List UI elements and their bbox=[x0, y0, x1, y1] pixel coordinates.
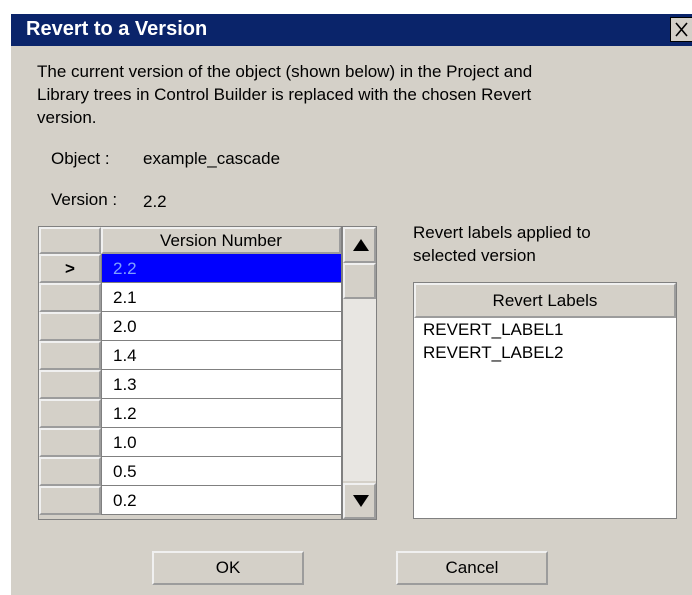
revert-labels-list[interactable]: Revert Labels REVERT_LABEL1 REVERT_LABEL… bbox=[413, 282, 677, 519]
table-row[interactable]: 1.2 bbox=[39, 399, 341, 428]
table-row[interactable]: 2.0 bbox=[39, 312, 341, 341]
versions-grid: Version Number >2.2 2.1 2.0 1.4 1.3 1.2 1.0 0.5… bbox=[38, 226, 342, 520]
version-number-header[interactable]: Version Number bbox=[101, 227, 341, 254]
version-cell[interactable]: 2.1 bbox=[101, 283, 341, 312]
row-selector[interactable]: > bbox=[39, 254, 101, 283]
table-row[interactable]: 0.5 bbox=[39, 457, 341, 486]
table-row[interactable]: 2.1 bbox=[39, 283, 341, 312]
arrow-down-icon bbox=[353, 495, 369, 507]
scroll-thumb[interactable] bbox=[343, 263, 376, 299]
description-line: version. bbox=[37, 108, 97, 127]
scroll-up-button[interactable] bbox=[343, 227, 376, 263]
ok-button[interactable]: OK bbox=[152, 551, 304, 585]
description: The current version of the object (shown… bbox=[37, 60, 532, 129]
row-selector[interactable] bbox=[39, 370, 101, 399]
version-cell[interactable]: 1.4 bbox=[101, 341, 341, 370]
table-row[interactable]: 1.3 bbox=[39, 370, 341, 399]
row-selector[interactable] bbox=[39, 341, 101, 370]
version-value: 2.2 bbox=[143, 192, 167, 211]
revert-label-item[interactable]: REVERT_LABEL1 bbox=[423, 320, 563, 340]
table-row[interactable]: >2.2 bbox=[39, 254, 341, 283]
cancel-button[interactable]: Cancel bbox=[396, 551, 548, 585]
hint-line: selected version bbox=[413, 246, 536, 265]
revert-dialog: Revert to a Version The current version … bbox=[10, 13, 692, 595]
revert-labels-header[interactable]: Revert Labels bbox=[414, 283, 676, 318]
row-selector[interactable] bbox=[39, 457, 101, 486]
revert-labels-hint: Revert labels applied to selected versio… bbox=[413, 221, 591, 267]
revert-label-item[interactable]: REVERT_LABEL2 bbox=[423, 343, 563, 363]
row-selector[interactable] bbox=[39, 486, 101, 515]
description-line: The current version of the object (shown… bbox=[37, 62, 533, 81]
version-label: Version : bbox=[51, 190, 118, 209]
version-cell[interactable]: 1.2 bbox=[101, 399, 341, 428]
object-label: Object : bbox=[51, 149, 110, 168]
version-cell[interactable]: 1.0 bbox=[101, 428, 341, 457]
title-bar: Revert to a Version bbox=[11, 14, 692, 46]
arrow-up-icon bbox=[353, 239, 369, 251]
row-selector[interactable] bbox=[39, 428, 101, 457]
versions-scrollbar[interactable] bbox=[342, 226, 377, 520]
scroll-track[interactable] bbox=[343, 283, 376, 481]
dialog-title: Revert to a Version bbox=[26, 18, 208, 40]
version-cell[interactable]: 0.5 bbox=[101, 457, 341, 486]
row-selector[interactable] bbox=[39, 399, 101, 428]
version-cell[interactable]: 2.2 bbox=[101, 254, 341, 283]
scroll-down-button[interactable] bbox=[343, 483, 376, 519]
version-cell[interactable]: 0.2 bbox=[101, 486, 341, 515]
table-row[interactable]: 1.0 bbox=[39, 428, 341, 457]
table-row[interactable]: 0.2 bbox=[39, 486, 341, 515]
version-cell[interactable]: 1.3 bbox=[101, 370, 341, 399]
table-row[interactable]: 1.4 bbox=[39, 341, 341, 370]
close-button[interactable] bbox=[670, 17, 692, 42]
object-value: example_cascade bbox=[143, 149, 281, 168]
row-selector[interactable] bbox=[39, 283, 101, 312]
description-line: Library trees in Control Builder is repl… bbox=[37, 85, 532, 104]
close-icon bbox=[675, 22, 688, 37]
row-selector-header bbox=[39, 227, 101, 254]
version-cell[interactable]: 2.0 bbox=[101, 312, 341, 341]
row-selector[interactable] bbox=[39, 312, 101, 341]
hint-line: Revert labels applied to bbox=[413, 223, 591, 242]
